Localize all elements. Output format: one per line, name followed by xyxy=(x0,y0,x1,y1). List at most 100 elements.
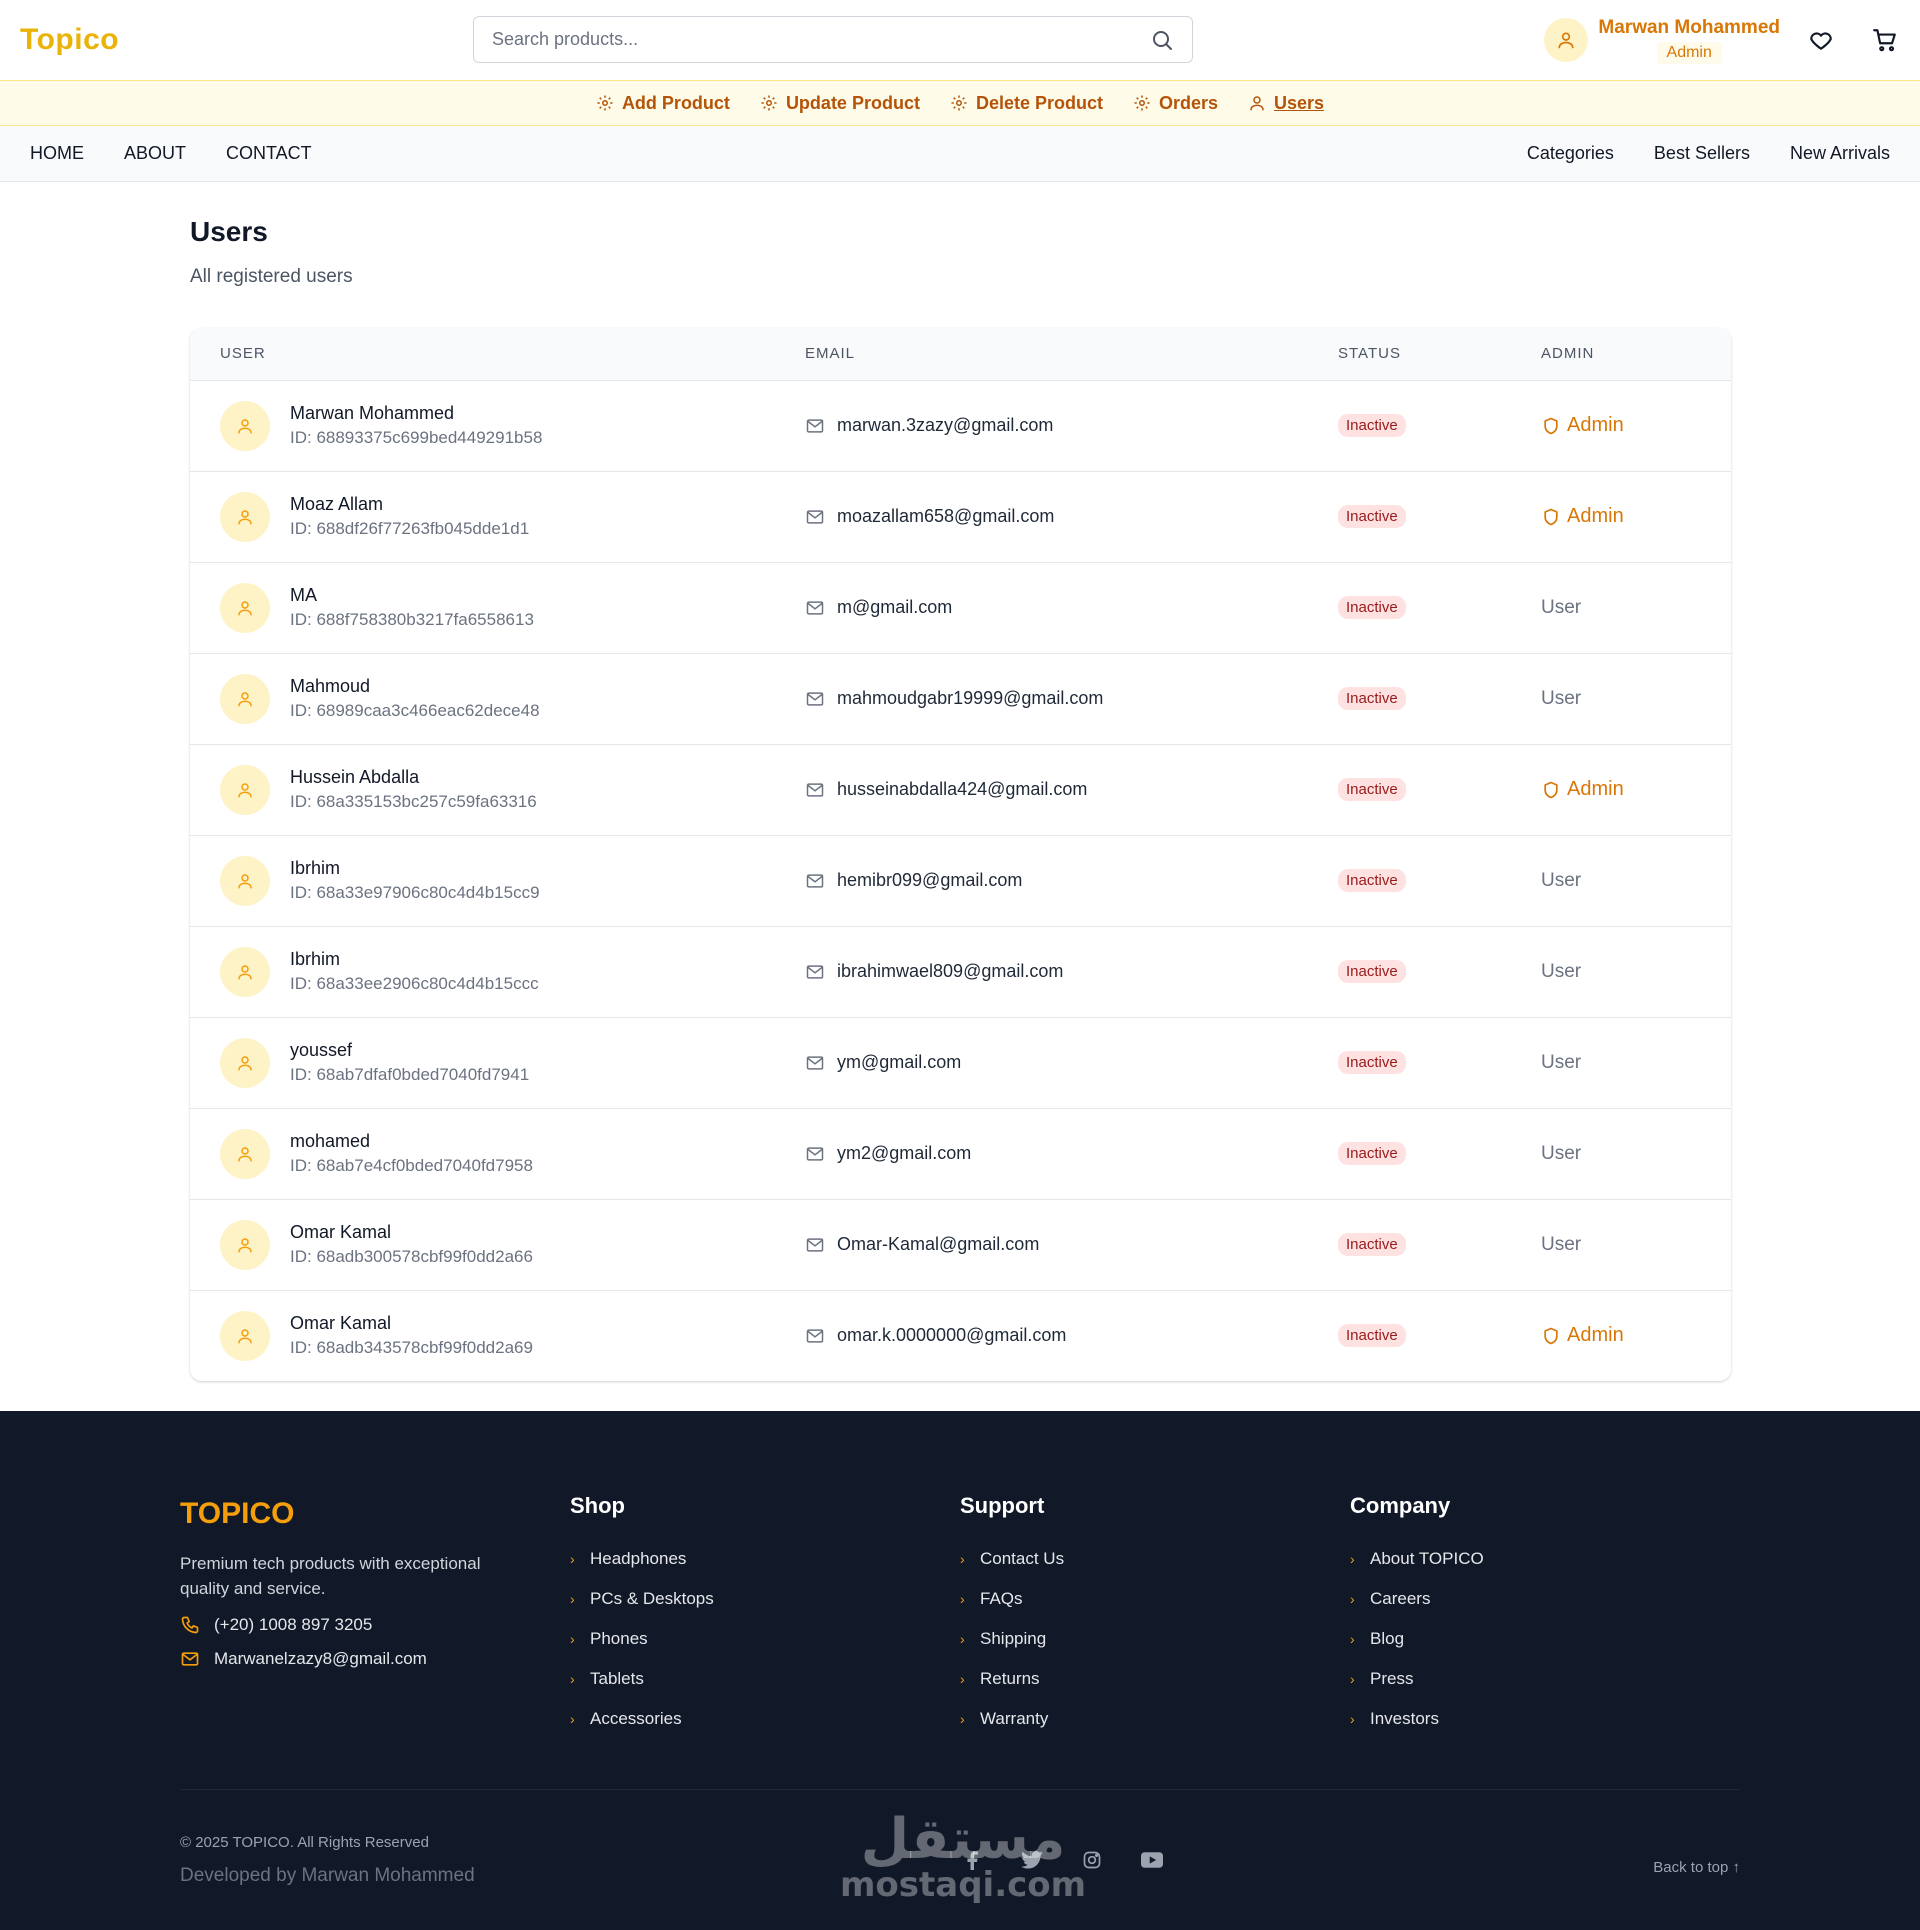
nav-contact[interactable]: CONTACT xyxy=(226,143,312,164)
admin-link-users[interactable]: Users xyxy=(1248,93,1324,114)
back-to-top-link[interactable]: Back to top ↑ xyxy=(1653,1859,1740,1876)
footer-link[interactable]: › Shipping xyxy=(960,1619,1350,1659)
user-name: mohamed xyxy=(290,1131,371,1151)
footer-link[interactable]: › Contact Us xyxy=(960,1539,1350,1579)
chevron-right-icon: › xyxy=(1350,1551,1355,1567)
role-user[interactable]: User xyxy=(1541,870,1581,891)
table-row[interactable]: Ibrhim ID: 68a33ee2906c80c4d4b15ccc ibra… xyxy=(190,926,1731,1017)
status-badge: Inactive xyxy=(1338,687,1406,710)
role-user[interactable]: User xyxy=(1541,597,1581,618)
site-logo[interactable]: Topico xyxy=(20,23,119,57)
footer-phone[interactable]: (+20) 1008 897 3205 xyxy=(180,1615,570,1635)
cell-user: Mahmoud ID: 68989caa3c466eac62dece48 xyxy=(190,653,775,744)
site-footer: TOPICO Premium tech products with except… xyxy=(0,1411,1920,1930)
gear-icon xyxy=(596,94,614,112)
footer-link[interactable]: › Phones xyxy=(570,1619,960,1659)
cell-user: mohamed ID: 68ab7e4cf0bded7040fd7958 xyxy=(190,1108,775,1199)
admin-link-add-product[interactable]: Add Product xyxy=(596,93,730,114)
users-table-card: USER EMAIL STATUS ADMIN Marwan Mohammed … xyxy=(190,328,1731,1381)
shield-icon xyxy=(1541,780,1561,800)
table-row[interactable]: mohamed ID: 68ab7e4cf0bded7040fd7958 ym2… xyxy=(190,1108,1731,1199)
footer-link[interactable]: › Accessories xyxy=(570,1699,960,1739)
footer-link[interactable]: › Headphones xyxy=(570,1539,960,1579)
cell-email: ym@gmail.com xyxy=(775,1017,1308,1108)
cell-user: Marwan Mohammed ID: 68893375c699bed44929… xyxy=(190,380,775,471)
wishlist-button[interactable] xyxy=(1806,25,1836,55)
table-row[interactable]: Mahmoud ID: 68989caa3c466eac62dece48 mah… xyxy=(190,653,1731,744)
mail-icon xyxy=(805,1144,825,1164)
mail-icon xyxy=(805,598,825,618)
role-user[interactable]: User xyxy=(1541,1052,1581,1073)
role-user[interactable]: User xyxy=(1541,1234,1581,1255)
footer-link[interactable]: › About TOPICO xyxy=(1350,1539,1740,1579)
footer-email[interactable]: Marwanelzazy8@gmail.com xyxy=(180,1649,570,1669)
nav-categories[interactable]: Categories xyxy=(1527,143,1614,164)
footer-link[interactable]: › PCs & Desktops xyxy=(570,1579,960,1619)
user-avatar xyxy=(220,582,270,633)
twitter-icon[interactable] xyxy=(1020,1848,1044,1872)
search-box[interactable] xyxy=(473,16,1193,63)
chevron-right-icon: › xyxy=(1350,1631,1355,1647)
search-input[interactable] xyxy=(492,29,1150,50)
admin-link-delete-product[interactable]: Delete Product xyxy=(950,93,1103,114)
chevron-right-icon: › xyxy=(960,1551,965,1567)
admin-link-label: Update Product xyxy=(785,92,920,113)
nav-home[interactable]: HOME xyxy=(30,143,84,164)
footer-link[interactable]: › Returns xyxy=(960,1659,1350,1699)
footer-link[interactable]: › Blog xyxy=(1350,1619,1740,1659)
footer-logo[interactable]: TOPICO xyxy=(180,1497,570,1531)
table-row[interactable]: Hussein Abdalla ID: 68a335153bc257c59fa6… xyxy=(190,744,1731,835)
role-admin[interactable]: Admin xyxy=(1541,778,1701,801)
cell-user: Ibrhim ID: 68a33ee2906c80c4d4b15ccc xyxy=(190,926,775,1017)
facebook-icon[interactable] xyxy=(960,1848,984,1872)
user-email: mahmoudgabr19999@gmail.com xyxy=(837,688,1104,708)
user-avatar xyxy=(220,855,270,906)
user-email: moazallam658@gmail.com xyxy=(837,506,1055,526)
role-user[interactable]: User xyxy=(1541,688,1581,709)
admin-link-label: Delete Product xyxy=(975,92,1103,113)
cell-email: hemibr099@gmail.com xyxy=(775,835,1308,926)
footer-link[interactable]: › Careers xyxy=(1350,1579,1740,1619)
youtube-icon[interactable] xyxy=(1140,1848,1164,1872)
chevron-right-icon: › xyxy=(570,1631,575,1647)
nav-new-arrivals[interactable]: New Arrivals xyxy=(1790,143,1890,164)
footer-link[interactable]: › Warranty xyxy=(960,1699,1350,1739)
role-label: Admin xyxy=(1567,414,1624,436)
user-avatar xyxy=(220,1037,270,1088)
instagram-icon[interactable] xyxy=(1080,1848,1104,1872)
footer-link[interactable]: › Tablets xyxy=(570,1659,960,1699)
nav-about[interactable]: ABOUT xyxy=(124,143,186,164)
cell-user: Omar Kamal ID: 68adb300578cbf99f0dd2a66 xyxy=(190,1199,775,1290)
admin-link-orders[interactable]: Orders xyxy=(1133,93,1218,114)
search-icon[interactable] xyxy=(1150,28,1174,52)
role-admin[interactable]: Admin xyxy=(1541,505,1701,528)
footer-link-label: FAQs xyxy=(980,1589,1023,1608)
user-icon xyxy=(236,1236,254,1254)
footer-link[interactable]: › Press xyxy=(1350,1659,1740,1699)
user-name: Hussein Abdalla xyxy=(290,767,420,787)
table-row[interactable]: Marwan Mohammed ID: 68893375c699bed44929… xyxy=(190,380,1731,471)
footer-bottom: © 2025 TOPICO. All Rights Reserved Devel… xyxy=(180,1812,1740,1903)
table-row[interactable]: Moaz Allam ID: 688df26f77263fb045dde1d1 … xyxy=(190,471,1731,562)
cell-status: Inactive xyxy=(1308,471,1511,562)
table-row[interactable]: Omar Kamal ID: 68adb343578cbf99f0dd2a69 … xyxy=(190,1290,1731,1381)
table-row[interactable]: youssef ID: 68ab7dfaf0bded7040fd7941 ym@… xyxy=(190,1017,1731,1108)
role-user[interactable]: User xyxy=(1541,1143,1581,1164)
footer-link[interactable]: › FAQs xyxy=(960,1579,1350,1619)
user-info[interactable]: Marwan Mohammed Admin xyxy=(1598,17,1780,64)
table-row[interactable]: MA ID: 688f758380b3217fa6558613 m@gmail.… xyxy=(190,562,1731,653)
role-admin[interactable]: Admin xyxy=(1541,414,1701,437)
footer-link[interactable]: › Investors xyxy=(1350,1699,1740,1739)
table-row[interactable]: Omar Kamal ID: 68adb300578cbf99f0dd2a66 … xyxy=(190,1199,1731,1290)
cart-button[interactable] xyxy=(1870,25,1900,55)
admin-link-update-product[interactable]: Update Product xyxy=(760,93,920,114)
role-user[interactable]: User xyxy=(1541,961,1581,982)
user-avatar[interactable] xyxy=(1544,18,1589,62)
user-name: Mahmoud xyxy=(290,676,371,696)
user-icon xyxy=(236,1327,254,1345)
user-name: MA xyxy=(290,585,317,605)
role-admin[interactable]: Admin xyxy=(1541,1324,1701,1347)
cell-status: Inactive xyxy=(1308,1199,1511,1290)
nav-best-sellers[interactable]: Best Sellers xyxy=(1654,143,1750,164)
table-row[interactable]: Ibrhim ID: 68a33e97906c80c4d4b15cc9 hemi… xyxy=(190,835,1731,926)
